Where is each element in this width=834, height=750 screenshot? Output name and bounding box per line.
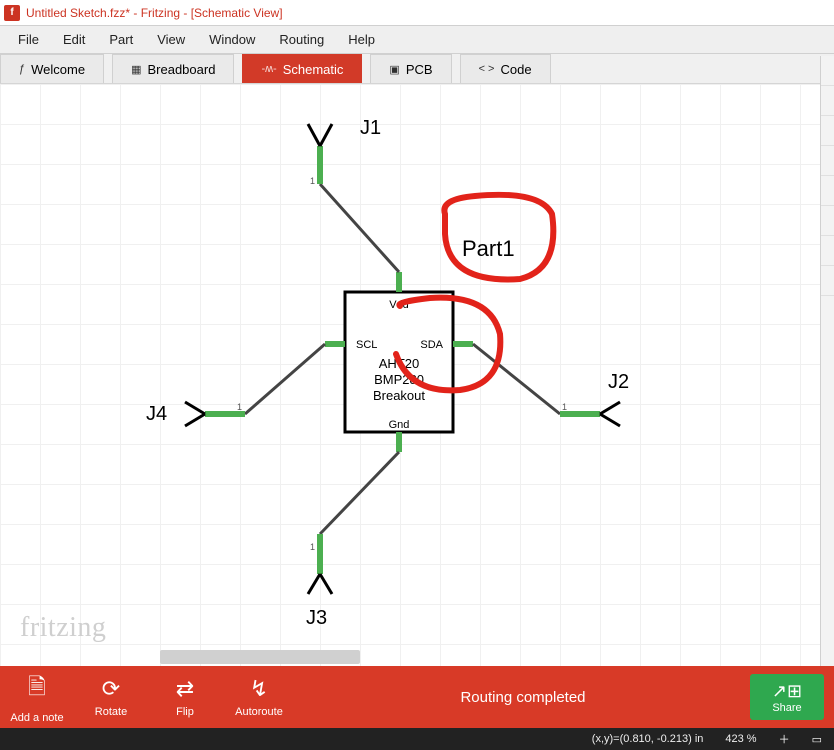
- status-zoom: 423 %: [719, 733, 762, 745]
- j3-arrow-l: [308, 574, 320, 594]
- share-button[interactable]: ↗⊞ Share: [750, 674, 824, 720]
- menu-window[interactable]: Window: [197, 28, 267, 51]
- window-title: Untitled Sketch.fzz* - Fritzing - [Schem…: [26, 6, 283, 20]
- j2-arrow-b: [600, 414, 620, 426]
- pin-sda: SDA: [420, 339, 443, 351]
- menu-edit[interactable]: Edit: [51, 28, 97, 51]
- j4-pin1: 1: [237, 402, 242, 412]
- tab-pcb[interactable]: ▣ PCB: [370, 54, 451, 83]
- fritzing-watermark: fritzing: [20, 612, 106, 644]
- tab-pcb-label: PCB: [406, 62, 433, 77]
- tool-add-note-label: Add a note: [10, 712, 63, 724]
- wire-j1-diag[interactable]: [320, 184, 399, 272]
- j1-pin1: 1: [310, 176, 315, 186]
- flip-icon: ⇄: [148, 676, 222, 702]
- pin-gnd: Gnd: [389, 419, 410, 431]
- j2-pin1: 1: [562, 402, 567, 412]
- j3-arrow-r: [320, 574, 332, 594]
- j4-arrow-t: [185, 402, 205, 414]
- zoom-in-icon[interactable]: ＋: [773, 731, 796, 747]
- menu-part[interactable]: Part: [97, 28, 145, 51]
- tab-breadboard-label: Breadboard: [147, 62, 215, 77]
- annotation-label-part1: Part1: [462, 236, 515, 261]
- menu-help[interactable]: Help: [336, 28, 387, 51]
- wire-j3-diag[interactable]: [320, 452, 399, 534]
- share-button-label: Share: [772, 702, 801, 714]
- breadboard-icon: ▦: [131, 63, 141, 76]
- schematic-svg: Vdd SCL SDA AHT20 BMP280 Breakout Gnd J1…: [0, 84, 820, 654]
- app-icon: f: [4, 5, 20, 21]
- j3-pin1: 1: [310, 542, 315, 552]
- tool-rotate-label: Rotate: [95, 706, 127, 718]
- code-icon: < >: [479, 63, 495, 75]
- j1-arrow-l: [308, 124, 320, 146]
- j4-arrow-b: [185, 414, 205, 426]
- pin-scl: SCL: [356, 339, 377, 351]
- tool-flip-label: Flip: [176, 706, 194, 718]
- label-j1: J1: [360, 117, 381, 139]
- tab-welcome-label: Welcome: [31, 62, 85, 77]
- schematic-canvas[interactable]: Vdd SCL SDA AHT20 BMP280 Breakout Gnd J1…: [0, 84, 834, 666]
- status-bar: (x,y)=(0.810, -0.213) in 423 % ＋ ▭: [0, 728, 834, 750]
- share-icon: ↗⊞: [772, 681, 802, 702]
- tool-autoroute[interactable]: ↯ Autoroute: [222, 676, 296, 718]
- wire-j4-diag[interactable]: [245, 344, 325, 414]
- tool-autoroute-label: Autoroute: [235, 706, 283, 718]
- title-bar: f Untitled Sketch.fzz* - Fritzing - [Sch…: [0, 0, 834, 26]
- j1-arrow-r: [320, 124, 332, 146]
- component-line3: Breakout: [373, 388, 425, 403]
- menu-bar: File Edit Part View Window Routing Help: [0, 26, 834, 54]
- j2-arrow-t: [600, 402, 620, 414]
- view-tabs: ƒ Welcome ▦ Breadboard -ʍ- Schematic ▣ P…: [0, 54, 834, 84]
- tab-code-label: Code: [500, 62, 531, 77]
- label-j2: J2: [608, 371, 629, 393]
- autoroute-icon: ↯: [222, 676, 296, 702]
- welcome-icon: ƒ: [19, 63, 25, 75]
- side-panel-edge[interactable]: [820, 56, 834, 666]
- status-coords: (x,y)=(0.810, -0.213) in: [586, 733, 710, 745]
- zoom-fit-icon[interactable]: ▭: [806, 733, 828, 746]
- tab-schematic-label: Schematic: [283, 62, 344, 77]
- tab-breadboard[interactable]: ▦ Breadboard: [112, 54, 234, 83]
- horizontal-scrollbar[interactable]: [160, 650, 360, 664]
- rotate-icon: ⟳: [74, 676, 148, 702]
- tool-flip[interactable]: ⇄ Flip: [148, 676, 222, 718]
- label-j3: J3: [306, 607, 327, 629]
- tool-rotate[interactable]: ⟳ Rotate: [74, 676, 148, 718]
- menu-file[interactable]: File: [6, 28, 51, 51]
- menu-view[interactable]: View: [145, 28, 197, 51]
- schematic-icon: -ʍ-: [261, 63, 276, 75]
- routing-status: Routing completed: [296, 689, 750, 706]
- note-icon: 🗎: [0, 670, 74, 708]
- tab-welcome[interactable]: ƒ Welcome: [0, 54, 104, 83]
- menu-routing[interactable]: Routing: [267, 28, 336, 51]
- label-j4: J4: [146, 403, 167, 425]
- tool-add-note[interactable]: 🗎 Add a note: [0, 670, 74, 724]
- tab-schematic[interactable]: -ʍ- Schematic: [242, 54, 362, 83]
- tab-code[interactable]: < > Code: [460, 54, 551, 83]
- bottom-toolbar: 🗎 Add a note ⟳ Rotate ⇄ Flip ↯ Autoroute…: [0, 666, 834, 728]
- pcb-icon: ▣: [389, 63, 399, 76]
